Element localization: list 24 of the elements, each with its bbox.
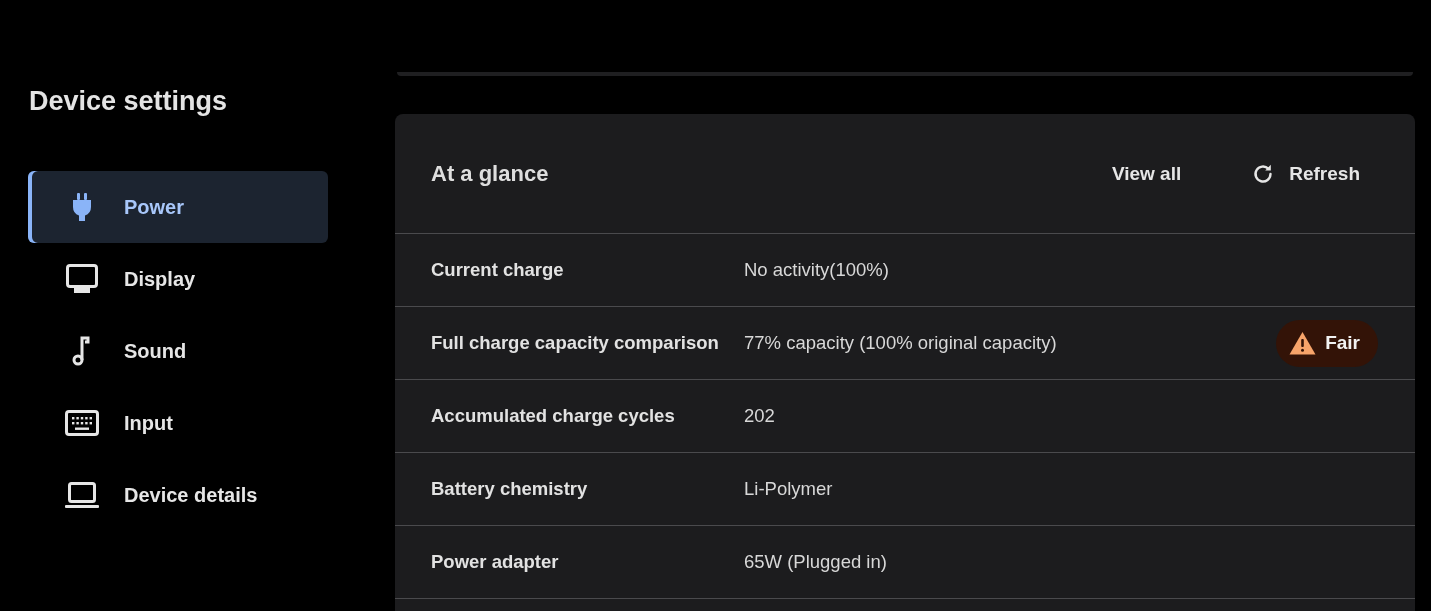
nav-item[interactable]: Sound <box>28 315 328 387</box>
monitor-icon <box>64 263 100 295</box>
row-value: 65W (Plugged in) <box>744 551 888 573</box>
sidebar-title: Device settings <box>29 85 229 118</box>
refresh-button[interactable]: Refresh <box>1235 153 1376 194</box>
laptop-icon <box>64 479 100 511</box>
row-value: 202 <box>744 405 776 427</box>
row-label: Power adapter <box>431 551 560 573</box>
keyboard-icon <box>64 407 100 439</box>
warning-icon <box>1289 331 1317 355</box>
row-label: Accumulated charge cycles <box>431 405 676 427</box>
badge-label: Fair <box>1325 332 1360 354</box>
nav-item[interactable]: Display <box>28 243 328 315</box>
row-label: Full charge capacity comparison <box>431 332 720 354</box>
nav-item[interactable]: Input <box>28 387 328 459</box>
nav-item[interactable]: Device details <box>28 459 328 531</box>
nav-item[interactable]: Power <box>28 171 328 243</box>
row-value: 77% capacity (100% original capacity) <box>744 332 1058 354</box>
row-label: Current charge <box>431 259 565 281</box>
card-title: At a glance <box>431 160 550 187</box>
row-value: No activity(100%) <box>744 259 890 281</box>
view-all-link[interactable]: View all <box>1095 154 1198 193</box>
row-label: Battery chemistry <box>431 478 589 500</box>
row-value: Li-Polymer <box>744 478 834 500</box>
